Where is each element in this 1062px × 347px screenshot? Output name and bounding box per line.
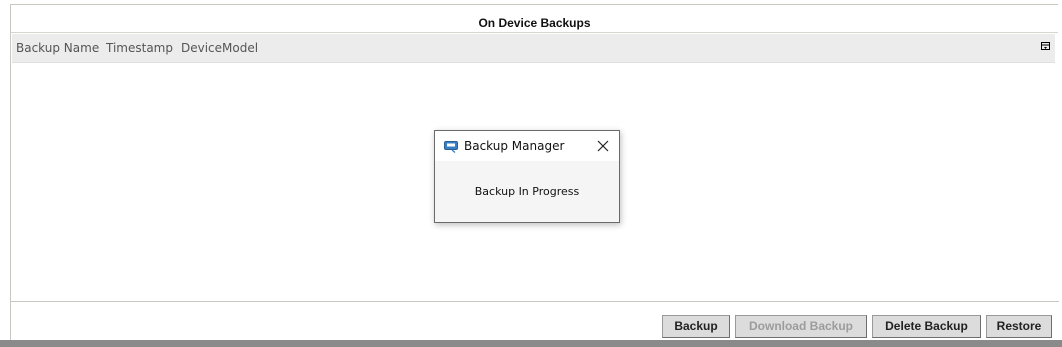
restore-button[interactable]: Restore (986, 315, 1052, 338)
column-header-backup-name[interactable]: Backup Name (16, 41, 99, 55)
footer-divider (11, 301, 1059, 302)
close-icon[interactable] (596, 138, 610, 152)
bottom-bar (0, 340, 1062, 347)
table-header: Backup Name Timestamp DeviceModel (12, 34, 1055, 63)
column-chooser-icon[interactable] (1040, 42, 1050, 52)
delete-backup-button[interactable]: Delete Backup (872, 315, 981, 338)
backup-manager-app-icon (444, 138, 458, 153)
column-header-device-model[interactable]: DeviceModel (181, 41, 258, 55)
backup-button[interactable]: Backup (662, 315, 730, 338)
dialog-title: Backup Manager (464, 139, 565, 153)
download-backup-button[interactable]: Download Backup (735, 315, 867, 338)
backup-progress-dialog: Backup Manager Backup In Progress (434, 130, 620, 223)
dialog-message: Backup In Progress (474, 185, 580, 198)
column-header-timestamp[interactable]: Timestamp (106, 41, 173, 55)
panel-title: On Device Backups (11, 5, 1058, 33)
dialog-titlebar[interactable]: Backup Manager (435, 131, 619, 161)
